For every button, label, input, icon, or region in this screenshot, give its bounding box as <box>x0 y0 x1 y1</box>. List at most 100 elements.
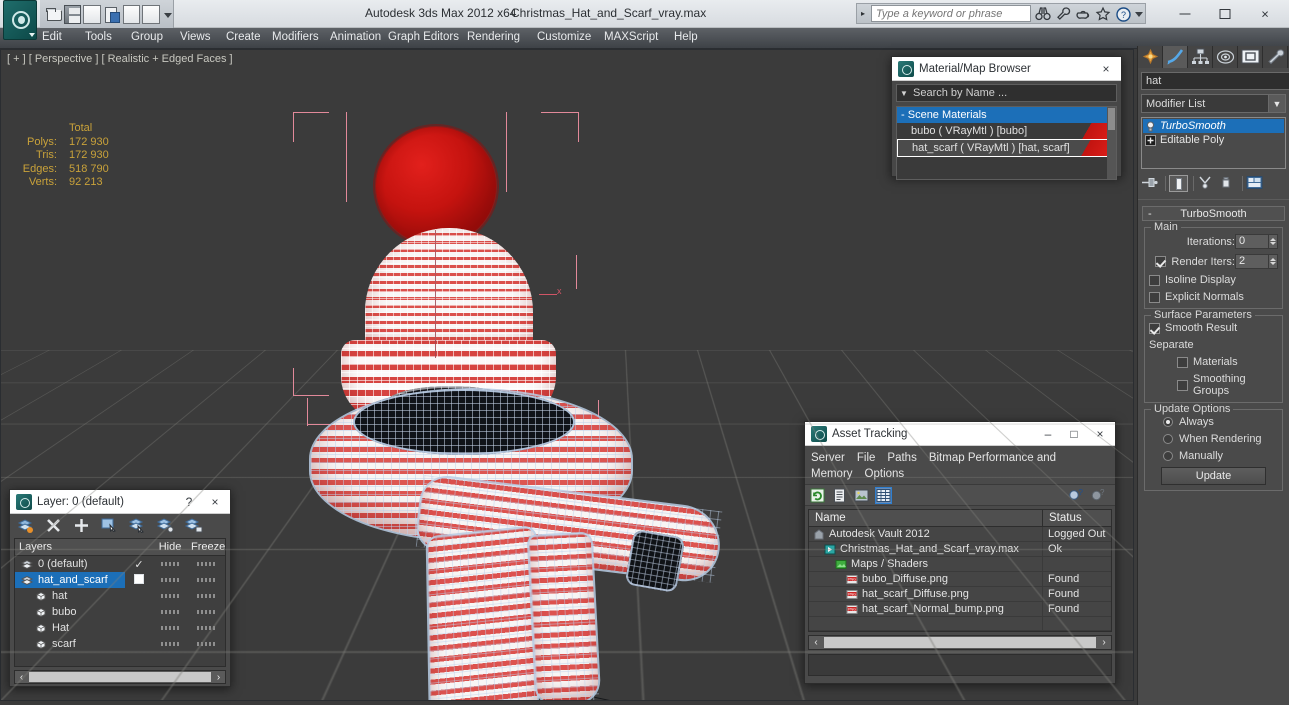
save-as-icon[interactable] <box>103 5 121 24</box>
layer-dialog[interactable]: Layer: 0 (default) ? × Layers Hide Freez… <box>9 489 231 687</box>
highlight-selected-objects-layers-icon[interactable] <box>156 516 176 536</box>
asset-table[interactable]: Name Status Autodesk Vault 2012 Logged Ou… <box>808 509 1112 632</box>
delete-layer-icon[interactable] <box>44 516 64 536</box>
material-map-browser-dialog[interactable]: Material/Map Browser × ▼ Search by Name … <box>891 56 1122 180</box>
asset-row[interactable]: Maps / Shaders <box>809 557 1111 572</box>
hide-toggle-dots[interactable] <box>161 594 179 598</box>
layer-row[interactable]: bubo <box>15 604 225 620</box>
render-iters-stepper[interactable] <box>1269 254 1278 269</box>
binoculars-icon[interactable] <box>1033 4 1053 24</box>
material-list[interactable]: - Scene Materials bubo ( VRayMtl ) [bubo… <box>896 106 1117 180</box>
select-highlighted-layer-icon[interactable] <box>128 516 148 536</box>
group-collapse-icon[interactable]: - <box>901 109 905 121</box>
scarf-object[interactable] <box>301 385 723 700</box>
scroll-left-icon[interactable]: ‹ <box>809 637 823 648</box>
asset-row[interactable]: PNG hat_scarf_Diffuse.png Found <box>809 587 1111 602</box>
layer-freeze-cell[interactable] <box>187 562 225 566</box>
scroll-right-icon[interactable]: › <box>1097 637 1111 648</box>
layer-freeze-cell[interactable] <box>187 578 225 582</box>
column-header-name[interactable]: Name <box>809 510 1043 526</box>
layer-hide-cell[interactable] <box>153 642 187 646</box>
make-unique-icon[interactable] <box>1197 175 1216 192</box>
object-name-field[interactable] <box>1141 72 1289 90</box>
layer-dialog-help-button[interactable]: ? <box>176 491 202 513</box>
asset-row[interactable]: PNG hat_scarf_Normal_bump.png Found <box>809 602 1111 617</box>
table-view-icon[interactable] <box>875 486 892 504</box>
at-menu-bitmap-performance-and-memory[interactable]: Bitmap Performance and Memory <box>811 452 1056 480</box>
modifier-stack[interactable]: TurboSmooth Editable Poly <box>1141 117 1286 169</box>
layer-current-cell[interactable]: ✓ <box>125 558 153 571</box>
hide-toggle-dots[interactable] <box>161 642 179 646</box>
layer-hide-cell[interactable] <box>153 594 187 598</box>
redo-icon[interactable] <box>142 4 160 24</box>
material-browser-title-bar[interactable]: Material/Map Browser × <box>892 57 1121 81</box>
hierarchy-tab[interactable] <box>1188 46 1213 68</box>
light-bulb-icon[interactable] <box>1145 121 1156 132</box>
freeze-toggle-dots[interactable] <box>197 562 215 566</box>
material-list-scrollbar[interactable] <box>1107 107 1116 179</box>
freeze-toggle-dots[interactable] <box>197 642 215 646</box>
layer-properties-icon[interactable] <box>184 516 204 536</box>
layer-name-cell[interactable]: Hat <box>15 620 125 636</box>
separate-materials-checkbox[interactable] <box>1177 356 1188 368</box>
iterations-stepper[interactable] <box>1269 234 1278 249</box>
show-end-result-icon[interactable] <box>1169 174 1188 192</box>
asset-row[interactable]: Christmas_Hat_and_Scarf_vray.max Ok <box>809 542 1111 557</box>
freeze-toggle-dots[interactable] <box>197 594 215 598</box>
asset-tracking-dialog[interactable]: Asset Tracking – □ × Server File Paths Bitm… <box>804 421 1116 684</box>
create-tab[interactable] <box>1138 46 1163 68</box>
refresh-icon[interactable] <box>809 487 826 504</box>
asset-table-hscrollbar[interactable]: ‹ › <box>808 635 1112 650</box>
menu-item-rendering[interactable]: Rendering <box>467 31 520 43</box>
asset-tracking-close-button[interactable]: × <box>1087 423 1113 445</box>
layer-row[interactable]: Hat <box>15 620 225 636</box>
layer-freeze-cell[interactable] <box>187 610 225 614</box>
layer-row[interactable]: hat <box>15 588 225 604</box>
scene-materials-group-header[interactable]: - Scene Materials <box>897 107 1116 123</box>
list-view-icon[interactable] <box>831 487 848 504</box>
separate-smoothing-groups-checkbox[interactable] <box>1177 379 1188 391</box>
layer-row[interactable]: scarf <box>15 636 225 652</box>
configure-modifier-sets-icon[interactable] <box>1246 175 1265 192</box>
layer-name-cell[interactable]: hat_and_scarf <box>15 572 125 588</box>
update-button[interactable]: Update <box>1161 467 1266 485</box>
layer-name-cell[interactable]: hat <box>15 588 125 604</box>
at-menu-paths[interactable]: Paths <box>887 452 916 464</box>
layer-table-hscrollbar[interactable]: ‹ › <box>14 670 226 684</box>
transform-gizmo-z[interactable] <box>435 230 436 358</box>
new-scene-icon[interactable] <box>83 4 101 24</box>
create-new-layer-icon[interactable] <box>16 516 36 536</box>
when-rendering-radio[interactable] <box>1163 434 1173 444</box>
update-mode-when-rendering[interactable]: When Rendering <box>1149 433 1278 445</box>
help-query-icon[interactable]: ? <box>1067 487 1084 504</box>
hide-toggle-dots[interactable] <box>161 578 179 582</box>
motion-tab[interactable] <box>1213 46 1238 68</box>
search-expand-icon[interactable]: ▸ <box>857 9 869 18</box>
smooth-result-checkbox[interactable] <box>1149 322 1160 334</box>
material-browser-close-button[interactable]: × <box>1093 58 1119 80</box>
minimize-button[interactable] <box>1165 2 1205 26</box>
menu-item-create[interactable]: Create <box>226 31 261 43</box>
logo-dropdown-arrow-icon[interactable] <box>29 33 35 37</box>
hide-toggle-dots[interactable] <box>161 626 179 630</box>
material-row-bubo[interactable]: bubo ( VRayMtl ) [bubo] <box>897 123 1116 139</box>
layer-hide-cell[interactable] <box>153 610 187 614</box>
layer-hide-cell[interactable] <box>153 578 187 582</box>
freeze-toggle-dots[interactable] <box>197 578 215 582</box>
manually-radio[interactable] <box>1163 451 1173 461</box>
rollout-collapse-icon[interactable]: - <box>1148 208 1152 220</box>
layer-current-cell[interactable] <box>125 573 153 587</box>
select-objects-in-layer-icon[interactable] <box>100 516 120 536</box>
modify-tab[interactable] <box>1163 46 1188 68</box>
pin-stack-icon[interactable] <box>1141 175 1160 192</box>
rollout-header[interactable]: - TurboSmooth <box>1142 206 1285 221</box>
hide-toggle-dots[interactable] <box>161 562 179 566</box>
update-mode-always[interactable]: Always <box>1149 416 1278 428</box>
layer-freeze-cell[interactable] <box>187 594 225 598</box>
chevron-down-icon[interactable]: ▼ <box>1268 95 1285 112</box>
layer-dialog-close-button[interactable]: × <box>202 491 228 513</box>
material-search-input[interactable]: Search by Name ... <box>911 87 1116 99</box>
hide-toggle-dots[interactable] <box>161 610 179 614</box>
material-row-hat-scarf[interactable]: hat_scarf ( VRayMtl ) [hat, scarf] <box>897 139 1116 157</box>
modifier-list-dropdown[interactable]: Modifier List ▼ <box>1141 94 1286 113</box>
